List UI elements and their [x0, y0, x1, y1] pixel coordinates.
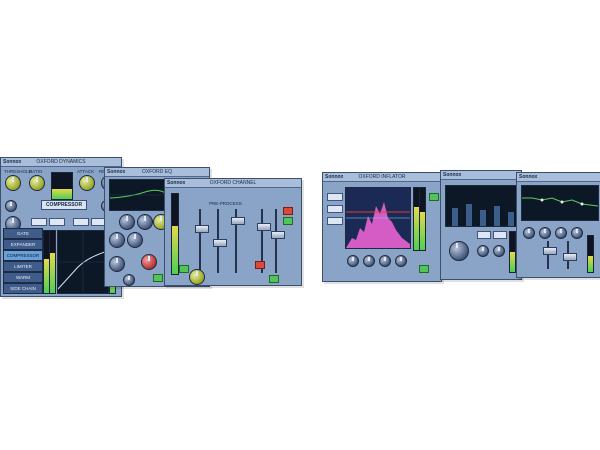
analyser-bars	[452, 204, 514, 226]
analyser-mode-1[interactable]	[477, 231, 491, 239]
limiter-section-button[interactable]: LIMITER	[3, 261, 43, 272]
preprocess-label: PRE-PROCESS	[209, 201, 242, 206]
spectrum-active-button[interactable]	[429, 193, 439, 201]
reverb-curve	[522, 197, 598, 207]
analyser-knob-1[interactable]	[477, 245, 489, 257]
reverb-meter	[587, 235, 594, 273]
channel-plugin-window: Sonnox OXFORD CHANNEL PRE-PROCESS	[164, 178, 302, 286]
channel-gain-knob[interactable]	[189, 269, 205, 285]
channel-title-bar: Sonnox OXFORD CHANNEL	[165, 179, 301, 188]
analyser-mode-2[interactable]	[493, 231, 507, 239]
threshold-label: THRESHOLD	[4, 169, 32, 174]
transfer-curve-display	[57, 230, 109, 294]
reverb-knob-2[interactable]	[539, 227, 551, 239]
attack-knob[interactable]	[79, 175, 95, 191]
eq-lpf-knob[interactable]	[109, 256, 125, 272]
reverb-fader[interactable]	[543, 247, 557, 255]
reverb-display	[521, 185, 599, 221]
channel-eq-on-button[interactable]	[283, 217, 293, 225]
analyser-brand-logo: Sonnox	[443, 172, 462, 178]
eq-band1-gain-knob[interactable]	[137, 214, 153, 230]
reverb-plugin-window: Sonnox	[516, 172, 600, 278]
attack-label: ATTACK	[77, 169, 95, 174]
fader-3[interactable]	[231, 217, 245, 225]
option-button-2[interactable]	[49, 218, 65, 226]
spectrum-knob-1[interactable]	[347, 255, 359, 267]
reverb-title-bar: Sonnox	[517, 173, 600, 182]
sidechain-section-button[interactable]: SIDE CHAIN	[3, 283, 43, 294]
reverb-knob-1[interactable]	[523, 227, 535, 239]
analyser-title-bar: Sonnox	[441, 171, 521, 180]
transfer-curve	[58, 231, 108, 293]
eq-band5-knob[interactable]	[127, 232, 143, 248]
fader-4[interactable]	[257, 223, 271, 231]
spectrum-title: OXFORD INFLATOR	[358, 174, 406, 180]
fader-2[interactable]	[213, 239, 227, 247]
reverb-knob-3[interactable]	[555, 227, 567, 239]
channel-solo-button[interactable]	[269, 275, 279, 283]
analyser-main-knob[interactable]	[449, 241, 469, 261]
analyser-meter	[509, 231, 516, 273]
spectrum-option-2[interactable]	[327, 205, 343, 213]
ratio-label: RATIO	[29, 169, 43, 174]
reverb-knob-4[interactable]	[571, 227, 583, 239]
reverb-fader-2[interactable]	[563, 253, 577, 261]
compressor-section-button[interactable]: COMPRESSOR	[41, 200, 87, 210]
compressor-tab-button[interactable]: COMPRESSOR	[3, 250, 43, 261]
spectrum-knob-3[interactable]	[379, 255, 391, 267]
threshold-knob[interactable]	[5, 175, 21, 191]
eq-band1-freq-knob[interactable]	[119, 214, 135, 230]
warm-section-button[interactable]: WARM	[3, 272, 43, 283]
dynamics-title-bar: Sonnox OXFORD DYNAMICS	[1, 158, 121, 167]
eq-q-knob[interactable]	[123, 274, 135, 286]
eq-band4-knob[interactable]	[109, 232, 125, 248]
spectrum-graph	[346, 188, 410, 248]
eq-hpf-knob[interactable]	[141, 254, 157, 270]
reverb-fader-track	[547, 241, 549, 269]
eq-title: OXFORD EQ	[141, 169, 172, 175]
channel-input-meter	[171, 193, 179, 275]
reverb-brand-logo: Sonnox	[519, 174, 538, 180]
option-button-1[interactable]	[31, 218, 47, 226]
dynamics-title: OXFORD DYNAMICS	[36, 159, 86, 165]
spectrum-title-bar: Sonnox OXFORD INFLATOR	[323, 173, 441, 182]
fader-track-5	[275, 209, 277, 273]
output-meter	[49, 230, 56, 294]
gate-section-button[interactable]: GATE	[3, 228, 43, 239]
channel-active-button[interactable]	[179, 265, 189, 273]
ratio-knob[interactable]	[29, 175, 45, 191]
spectrum-bypass-button[interactable]	[419, 265, 429, 273]
option-button-3[interactable]	[73, 218, 89, 226]
fader-1[interactable]	[195, 225, 209, 233]
spectrum-knob-4[interactable]	[395, 255, 407, 267]
knee-knob[interactable]	[5, 200, 17, 212]
eq-bypass-button[interactable]	[153, 274, 163, 282]
spectrum-option-1[interactable]	[327, 193, 343, 201]
channel-title: OXFORD CHANNEL	[209, 180, 257, 186]
expander-section-button[interactable]: EXPANDER	[3, 239, 43, 250]
spectrum-display	[345, 187, 411, 249]
channel-mute-button[interactable]	[255, 261, 265, 269]
gain-reduction-meter	[51, 172, 73, 200]
analyser-knob-2[interactable]	[493, 245, 505, 257]
spectrum-option-3[interactable]	[327, 217, 343, 225]
fader-track-1	[199, 209, 201, 273]
analyser-plugin-window: Sonnox	[440, 170, 522, 280]
spectrum-knob-2[interactable]	[363, 255, 375, 267]
channel-clip-button[interactable]	[283, 207, 293, 215]
fader-5[interactable]	[271, 231, 285, 239]
analyser-display	[445, 185, 519, 227]
spectrum-plugin-window: Sonnox OXFORD INFLATOR	[322, 172, 442, 282]
spectrum-meter-r	[419, 187, 426, 251]
eq-title-bar: Sonnox OXFORD EQ	[105, 168, 209, 177]
